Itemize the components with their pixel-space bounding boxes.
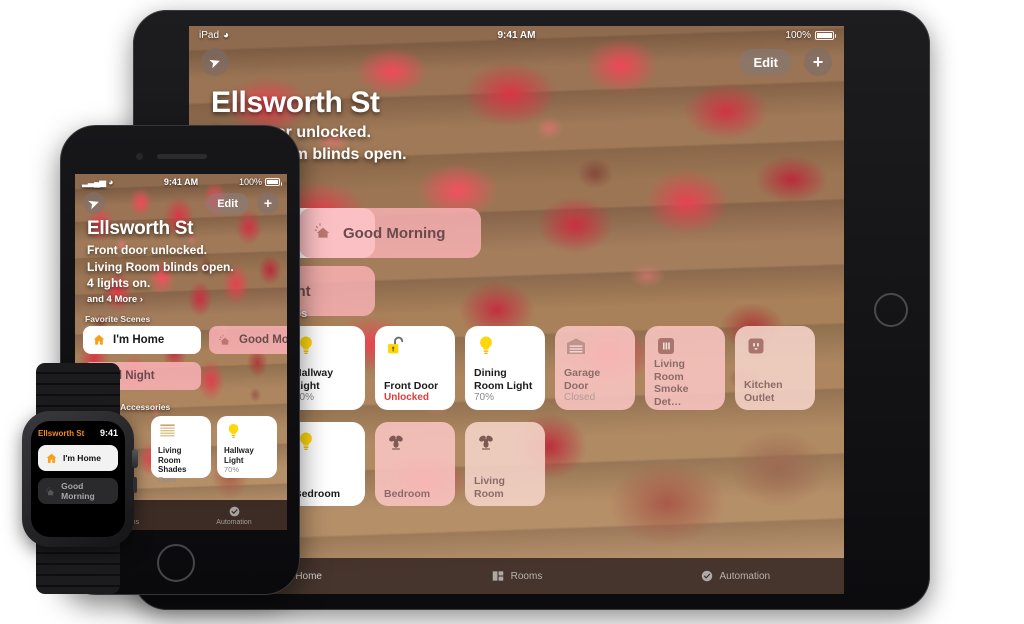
watch-screen: Ellsworth St 9:41 I'm Home Good Morning xyxy=(31,421,125,537)
accessory-name: Garage Door xyxy=(564,367,601,392)
iphone-status-bar: ▂▃▄▅ ◕ 9:41 AM 100% xyxy=(75,174,287,190)
lightbulb-icon xyxy=(474,334,500,360)
scene-label: Good Morning xyxy=(61,481,95,501)
ipad-battery-percent: 100% xyxy=(785,29,811,41)
iphone-battery-percent: 100% xyxy=(238,177,262,187)
watch-clock: 9:41 xyxy=(99,428,118,438)
scene-label: Good Mo xyxy=(239,334,287,346)
ipad-home-title: Ellsworth St xyxy=(211,86,380,119)
scene-label: Good Morning xyxy=(343,224,446,242)
lightbulb-icon xyxy=(224,422,271,446)
accessory-front-door[interactable]: Front Door Unlocked xyxy=(375,326,455,410)
accessory-bedroom-fan[interactable]: Bedroom xyxy=(375,422,455,506)
accessory-name: Front Door xyxy=(384,379,439,392)
accessory-name: Bedroom xyxy=(294,487,341,500)
ipad-status-bar: iPad ◕ 9:41 AM 100% xyxy=(189,26,844,44)
accessory-state: 70% xyxy=(294,392,315,403)
iphone-status-line-2: Living Room blinds open. xyxy=(87,259,234,274)
ipad-home-button[interactable] xyxy=(874,293,908,327)
iphone-earpiece-speaker xyxy=(157,154,207,159)
accessory-state: 70% xyxy=(474,392,495,403)
accessory-state: Closed xyxy=(564,392,596,403)
accessory-name: Hallway Light xyxy=(224,446,254,465)
sunrise-house-icon xyxy=(45,486,55,495)
location-arrow-icon[interactable]: ➤ xyxy=(201,48,229,76)
accessory-name: Living Room Shades xyxy=(158,446,187,474)
ipad-clock: 9:41 AM xyxy=(497,29,536,41)
smoke-detector-icon xyxy=(654,334,680,358)
tab-label: Home xyxy=(295,570,322,582)
scene-label: I'm Home xyxy=(113,334,165,346)
unlocked-padlock-icon xyxy=(384,334,410,360)
accessory-name: Hallway Light xyxy=(294,367,334,392)
accessory-state: Open xyxy=(158,474,177,484)
accessory-name: Dining Room Light xyxy=(474,367,533,392)
power-outlet-icon xyxy=(744,334,770,360)
watch-side-button[interactable] xyxy=(133,477,137,493)
scene-good-morning[interactable]: Good Morning xyxy=(38,478,118,504)
scene-im-home[interactable]: I'm Home xyxy=(83,326,201,354)
iphone-scenes-section-label: Favorite Scenes xyxy=(85,314,151,324)
accessory-living-room-smoke-detector[interactable]: Living Room Smoke Det… xyxy=(645,326,725,410)
accessory-garage-door[interactable]: Garage Door Closed xyxy=(555,326,635,410)
clock-check-icon xyxy=(701,570,712,582)
iphone-nav-bar: ➤ Edit + xyxy=(83,192,279,216)
accessory-state: 70% xyxy=(224,465,240,474)
rooms-grid-icon xyxy=(492,571,503,581)
add-button[interactable]: + xyxy=(804,48,832,76)
add-button[interactable]: + xyxy=(257,192,279,214)
sunrise-house-icon xyxy=(313,221,333,245)
accessory-state: Unlocked xyxy=(384,392,430,403)
house-icon xyxy=(46,453,57,463)
clock-check-icon xyxy=(229,506,239,516)
tab-label: Automation xyxy=(719,570,771,582)
tab-automation[interactable]: Automation xyxy=(181,505,287,526)
iphone-front-camera xyxy=(136,153,143,160)
scene-good-morning[interactable]: Good Morning xyxy=(299,208,481,258)
scene-good-morning[interactable]: Good Mo xyxy=(209,326,287,354)
accessory-name: Kitchen Outlet xyxy=(744,379,783,404)
fan-icon xyxy=(474,430,500,456)
blinds-icon xyxy=(158,422,205,446)
tab-label: Rooms xyxy=(510,570,543,582)
screenshot-root: iPad ◕ 9:41 AM 100% ➤ Edit + Ellsworth S… xyxy=(0,0,1024,624)
accessory-living-room-shades[interactable]: Living Room Shades Open xyxy=(151,416,211,484)
fan-icon xyxy=(384,430,410,456)
watch-case: Ellsworth St 9:41 I'm Home Good Morning xyxy=(22,411,138,547)
edit-button[interactable]: Edit xyxy=(206,193,249,214)
sunrise-house-icon xyxy=(219,334,230,345)
iphone-home-status: Front door unlocked. Living Room blinds … xyxy=(87,242,234,292)
tab-automation[interactable]: Automation xyxy=(626,569,844,583)
apple-watch-device: Ellsworth St 9:41 I'm Home Good Morning xyxy=(14,363,142,594)
accessory-name: Living Room xyxy=(474,475,505,500)
garage-door-icon xyxy=(564,334,590,360)
scene-im-home[interactable]: I'm Home xyxy=(38,445,118,471)
location-arrow-icon[interactable]: ➤ xyxy=(83,192,105,214)
iphone-status-line-1: Front door unlocked. xyxy=(87,243,207,257)
scene-label: I'm Home xyxy=(63,453,101,463)
edit-button[interactable]: Edit xyxy=(739,49,792,75)
accessory-kitchen-outlet[interactable]: Kitchen Outlet xyxy=(735,326,815,410)
iphone-home-title: Ellsworth St xyxy=(87,218,194,239)
iphone-home-button[interactable] xyxy=(157,544,195,582)
accessory-name: Bedroom xyxy=(384,487,431,500)
tab-rooms[interactable]: Rooms xyxy=(407,569,625,583)
iphone-status-more-link[interactable]: and 4 More › xyxy=(87,294,143,305)
battery-icon xyxy=(815,30,836,40)
ipad-nav-bar: ➤ Edit + xyxy=(201,48,832,78)
accessory-name: Living Room Smoke Det… xyxy=(654,358,689,408)
digital-crown[interactable] xyxy=(132,449,138,468)
iphone-status-line-3: 4 lights on. xyxy=(87,276,151,290)
watch-home-name: Ellsworth St xyxy=(38,429,85,438)
watch-header: Ellsworth St 9:41 xyxy=(38,428,118,438)
house-icon xyxy=(93,334,105,345)
accessory-dining-room-light[interactable]: Dining Room Light 70% xyxy=(465,326,545,410)
tab-label: Automation xyxy=(216,518,252,526)
accessory-living-room-fan[interactable]: Living Room xyxy=(465,422,545,506)
accessory-hallway-light[interactable]: Hallway Light 70% xyxy=(217,416,277,478)
battery-icon xyxy=(265,178,282,186)
